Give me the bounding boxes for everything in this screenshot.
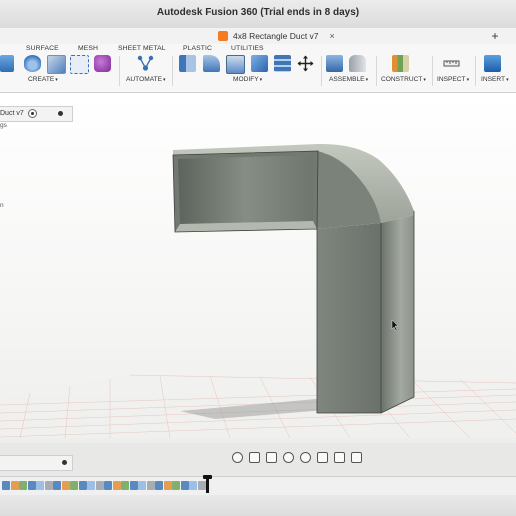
timeline-feature-icon[interactable]	[197, 481, 206, 490]
assemble-menu[interactable]: ASSEMBLE▾	[329, 76, 368, 83]
chamfer-icon[interactable]	[226, 55, 245, 74]
automate-menu[interactable]: AUTOMATE▾	[126, 76, 166, 83]
close-tab-icon[interactable]: ×	[330, 31, 335, 41]
tab-utilities[interactable]: UTILITIES	[231, 45, 264, 52]
timeline-feature-icon[interactable]	[104, 481, 112, 490]
document-tab[interactable]: 4x8 Rectangle Duct v7 ×	[218, 28, 335, 44]
shell-icon[interactable]	[251, 55, 268, 72]
rectangle-duct-model[interactable]	[172, 143, 415, 414]
timeline-feature-icon[interactable]	[172, 481, 180, 490]
tab-sheet-metal[interactable]: SHEET METAL	[118, 45, 166, 52]
document-tab-title: 4x8 Rectangle Duct v7	[233, 31, 319, 41]
timeline-feature-icon[interactable]	[112, 481, 121, 490]
timeline-marker-icon[interactable]	[203, 475, 212, 493]
sweep-icon[interactable]	[47, 55, 66, 74]
browser-subitem-label: gs	[0, 122, 7, 129]
add-tab-button[interactable]: +	[488, 29, 502, 43]
zoom-icon[interactable]	[283, 451, 294, 463]
document-tab-bar: 4x8 Rectangle Duct v7 × +	[0, 28, 516, 45]
design-timeline[interactable]	[0, 475, 516, 495]
hand-icon[interactable]	[266, 451, 277, 463]
timeline-feature-icon[interactable]	[44, 481, 53, 490]
timeline-feature-icon[interactable]	[95, 481, 104, 490]
timeline-feature-icon[interactable]	[189, 481, 197, 490]
create-menu[interactable]: CREATE▾	[28, 76, 58, 83]
revolve-icon[interactable]	[24, 55, 41, 72]
timeline-feature-icon[interactable]	[10, 481, 19, 490]
automate-icon[interactable]	[137, 55, 154, 72]
window-title-bar: Autodesk Fusion 360 (Trial ends in 8 day…	[0, 0, 516, 29]
timeline-feature-icon[interactable]	[61, 481, 70, 490]
timeline-feature-icon[interactable]	[78, 481, 87, 490]
window-title: Autodesk Fusion 360 (Trial ends in 8 day…	[156, 7, 360, 18]
comments-panel[interactable]	[0, 455, 73, 471]
insert-image-icon[interactable]	[484, 55, 501, 72]
timeline-feature-icon[interactable]	[129, 481, 138, 490]
form-icon[interactable]	[94, 55, 111, 72]
display-settings-icon[interactable]	[317, 451, 328, 463]
orbit-icon[interactable]	[232, 451, 243, 463]
scene-canvas	[0, 143, 516, 439]
box-select-icon[interactable]	[70, 55, 89, 74]
timeline-feature-icon[interactable]	[53, 481, 61, 490]
comments-panel-menu-icon[interactable]	[62, 460, 67, 465]
timeline-feature-icon[interactable]	[138, 481, 146, 490]
combine-icon[interactable]	[274, 55, 291, 72]
construct-menu[interactable]: CONSTRUCT▾	[381, 76, 426, 83]
timeline-feature-icon[interactable]	[87, 481, 95, 490]
timeline-feature-icon[interactable]	[36, 481, 44, 490]
fusion-logo-icon	[218, 31, 228, 41]
fillet-icon[interactable]	[203, 55, 220, 72]
tab-mesh[interactable]: MESH	[78, 45, 98, 52]
timeline-feature-icon[interactable]	[146, 481, 155, 490]
navigation-bar	[232, 451, 362, 463]
grid-settings-icon[interactable]	[334, 451, 345, 463]
timeline-feature-icon[interactable]	[2, 481, 10, 490]
viewport-layout-icon[interactable]	[351, 451, 362, 463]
fusion-window: Autodesk Fusion 360 (Trial ends in 8 day…	[0, 0, 516, 516]
pan-icon[interactable]	[249, 451, 260, 463]
joint-icon[interactable]	[349, 55, 366, 72]
timeline-feature-icon[interactable]	[70, 481, 78, 490]
extrude-icon[interactable]	[0, 55, 14, 72]
timeline-feature-icon[interactable]	[163, 481, 172, 490]
tab-surface[interactable]: SURFACE	[26, 45, 59, 52]
offset-plane-icon[interactable]	[392, 55, 409, 72]
3d-viewport[interactable]	[0, 93, 516, 443]
press-pull-icon[interactable]	[179, 55, 196, 72]
zoom-window-icon[interactable]	[300, 451, 311, 463]
modify-menu[interactable]: MODIFY▾	[233, 76, 262, 83]
insert-menu[interactable]: INSERT▾	[481, 76, 509, 83]
browser-component-label: Duct v7	[0, 109, 24, 117]
timeline-feature-icon[interactable]	[180, 481, 189, 490]
timeline-feature-icon[interactable]	[155, 481, 163, 490]
activate-component-radio[interactable]	[27, 108, 37, 118]
timeline-feature-icon[interactable]	[27, 481, 36, 490]
inspect-menu[interactable]: INSPECT▾	[437, 76, 469, 83]
screen-bezel	[0, 495, 516, 516]
new-component-icon[interactable]	[326, 55, 343, 72]
browser-component-item[interactable]: Duct v7	[0, 107, 37, 119]
tab-plastic[interactable]: PLASTIC	[183, 45, 212, 52]
timeline-feature-icon[interactable]	[19, 481, 27, 490]
measure-icon[interactable]	[443, 55, 460, 72]
move-icon[interactable]	[297, 55, 314, 72]
timeline-feature-icon[interactable]	[121, 481, 129, 490]
toolbar-ribbon: SURFACE MESH SHEET METAL PLASTIC UTILITI…	[0, 44, 516, 93]
browser-panel-menu-icon[interactable]	[58, 111, 63, 116]
browser-subitem-label-2: n	[0, 202, 4, 209]
